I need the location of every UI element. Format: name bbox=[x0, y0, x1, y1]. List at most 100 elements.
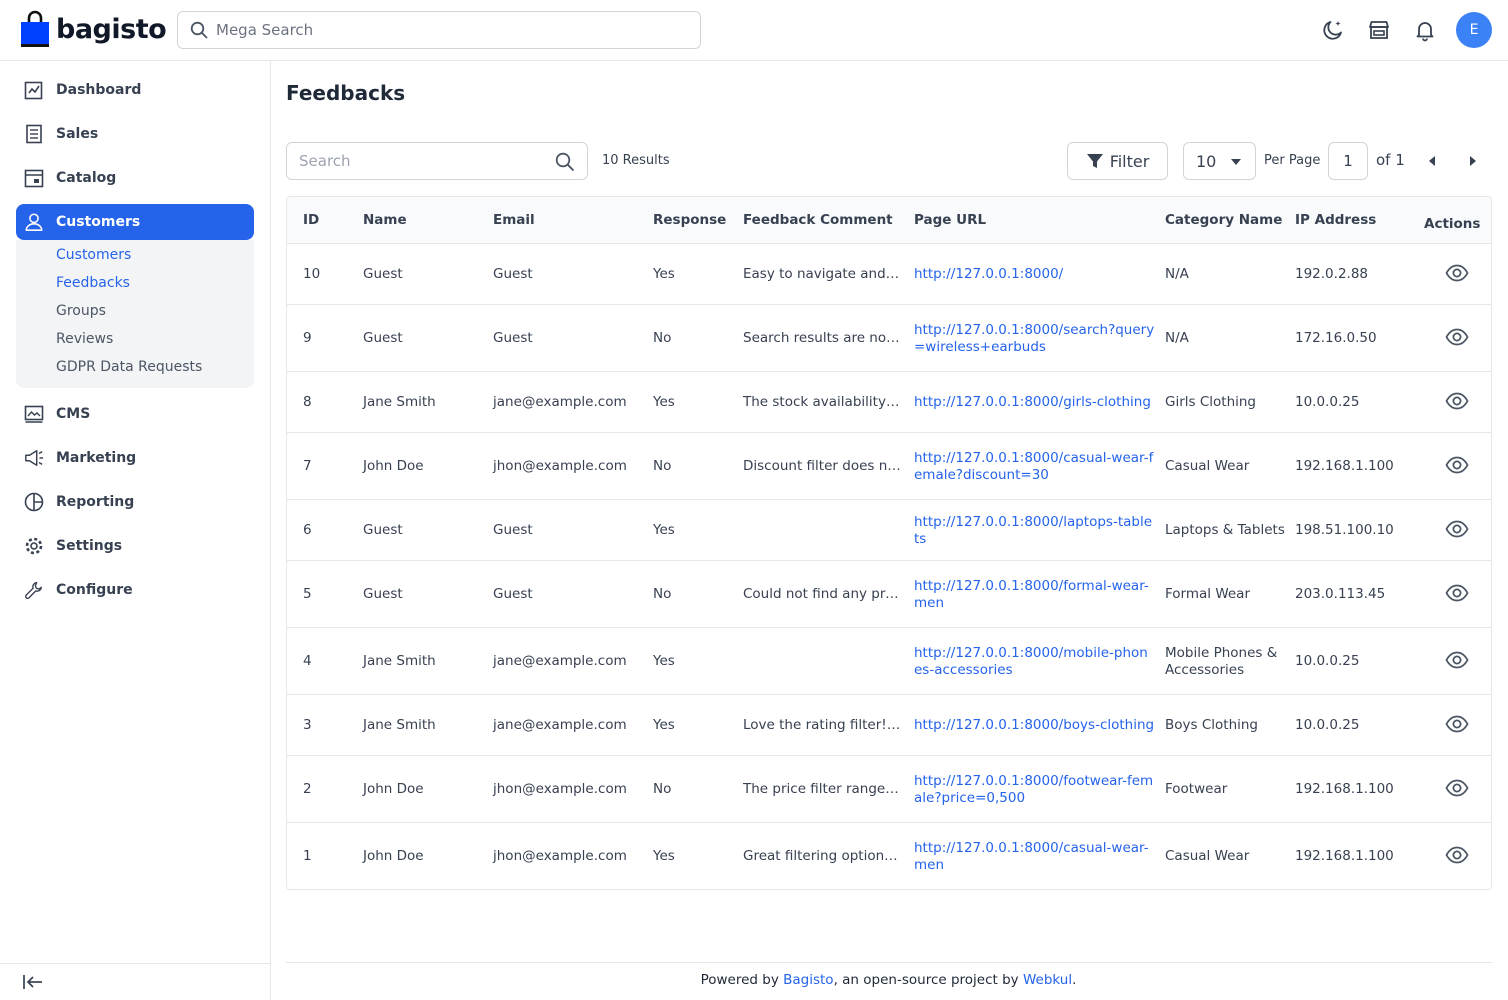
page-number-input[interactable] bbox=[1328, 142, 1368, 180]
sidebar-item-cms[interactable]: CMS bbox=[16, 396, 254, 432]
sidebar-item-catalog[interactable]: Catalog bbox=[16, 160, 254, 196]
submenu-item-customers[interactable]: Customers bbox=[56, 247, 131, 263]
cell-name: Jane Smith bbox=[363, 716, 436, 733]
col-id[interactable]: ID bbox=[303, 212, 319, 228]
bagisto-link[interactable]: Bagisto bbox=[783, 972, 833, 988]
cell-email: jane@example.com bbox=[493, 716, 627, 733]
col-actions: Actions bbox=[1424, 216, 1481, 232]
cell-ip-address: 10.0.0.25 bbox=[1295, 716, 1360, 733]
view-icon[interactable] bbox=[1445, 325, 1469, 349]
cell-email: jhon@example.com bbox=[493, 780, 627, 797]
cell-feedback-comment: The price filter range is… bbox=[743, 780, 903, 797]
sidebar-item-customers[interactable]: Customers bbox=[16, 204, 254, 240]
cell-response: No bbox=[653, 780, 672, 797]
table-row: 7 John Doe jhon@example.com No Discount filt… bbox=[287, 433, 1491, 500]
cell-response: Yes bbox=[653, 265, 675, 282]
cell-page-url[interactable]: http://127.0.0.1:8000/boys-clothing bbox=[914, 717, 1156, 734]
mega-search-input[interactable] bbox=[216, 21, 676, 39]
cell-category-name: Mobile Phones & Accessories bbox=[1165, 644, 1278, 678]
cell-name: John Doe bbox=[363, 780, 424, 797]
view-icon[interactable] bbox=[1445, 261, 1469, 285]
view-icon[interactable] bbox=[1445, 712, 1469, 736]
submenu-item-gdpr[interactable]: GDPR Data Requests bbox=[56, 359, 202, 375]
notifications-button[interactable] bbox=[1412, 17, 1438, 43]
mega-search-box[interactable] bbox=[177, 11, 701, 49]
view-icon[interactable] bbox=[1445, 648, 1469, 672]
cell-page-url[interactable]: http://127.0.0.1:8000/casual-wear-men bbox=[914, 840, 1156, 874]
sidebar-item-sales[interactable]: Sales bbox=[16, 116, 254, 152]
configure-icon bbox=[24, 580, 44, 600]
cell-page-url[interactable]: http://127.0.0.1:8000/formal-wear-men bbox=[914, 578, 1156, 612]
sidebar-item-marketing[interactable]: Marketing bbox=[16, 440, 254, 476]
sidebar-item-settings[interactable]: Settings bbox=[16, 528, 254, 564]
cell-response: No bbox=[653, 585, 672, 602]
prev-page-button[interactable] bbox=[1425, 151, 1439, 171]
col-ip-address[interactable]: IP Address bbox=[1295, 212, 1376, 228]
cell-category-name: Formal Wear bbox=[1165, 585, 1251, 602]
storefront-link[interactable] bbox=[1366, 17, 1392, 43]
cell-page-url[interactable]: http://127.0.0.1:8000/ bbox=[914, 266, 1156, 283]
cell-id: 2 bbox=[303, 780, 312, 797]
view-icon[interactable] bbox=[1445, 517, 1469, 541]
view-icon[interactable] bbox=[1445, 453, 1469, 477]
cell-page-url[interactable]: http://127.0.0.1:8000/casual-wear-female… bbox=[914, 450, 1156, 484]
search-icon[interactable] bbox=[555, 152, 575, 176]
cell-response: Yes bbox=[653, 652, 675, 669]
cell-id: 1 bbox=[303, 847, 312, 864]
col-feedback-comment[interactable]: Feedback Comment bbox=[743, 212, 893, 228]
cell-response: Yes bbox=[653, 393, 675, 410]
store-icon bbox=[1369, 21, 1389, 39]
table-row: 4 Jane Smith jane@example.com Yes http://127… bbox=[287, 628, 1491, 695]
sidebar-item-configure[interactable]: Configure bbox=[16, 572, 254, 608]
col-category-name[interactable]: Category Name bbox=[1165, 212, 1282, 228]
submenu-item-groups[interactable]: Groups bbox=[56, 303, 106, 319]
cell-email: Guest bbox=[493, 521, 533, 538]
sidebar-item-reporting[interactable]: Reporting bbox=[16, 484, 254, 520]
cell-name: Jane Smith bbox=[363, 652, 436, 669]
dashboard-icon bbox=[24, 80, 44, 100]
dark-mode-toggle[interactable] bbox=[1320, 17, 1346, 43]
col-name[interactable]: Name bbox=[363, 212, 407, 228]
cell-id: 8 bbox=[303, 393, 312, 410]
table-row: 6 Guest Guest Yes http://127.0.0.1:8000/lapt… bbox=[287, 500, 1491, 561]
submenu-item-reviews[interactable]: Reviews bbox=[56, 331, 113, 347]
cell-email: Guest bbox=[493, 329, 533, 346]
cell-page-url[interactable]: http://127.0.0.1:8000/footwear-female?pr… bbox=[914, 773, 1156, 807]
filter-button[interactable]: Filter bbox=[1067, 142, 1168, 180]
sidebar-item-dashboard[interactable]: Dashboard bbox=[16, 72, 254, 108]
per-page-value: 10 bbox=[1196, 151, 1217, 171]
cell-email: jane@example.com bbox=[493, 393, 627, 410]
catalog-icon bbox=[24, 168, 44, 188]
view-icon[interactable] bbox=[1445, 389, 1469, 413]
table-row: 10 Guest Guest Yes Easy to navigate and fil…… bbox=[287, 244, 1491, 305]
next-page-button[interactable] bbox=[1466, 151, 1480, 171]
cell-feedback-comment: The stock availability fi… bbox=[743, 393, 903, 410]
table-row: 8 Jane Smith jane@example.com Yes The stock … bbox=[287, 372, 1491, 433]
user-avatar[interactable]: E bbox=[1456, 12, 1492, 48]
col-response[interactable]: Response bbox=[653, 212, 726, 228]
cell-ip-address: 203.0.113.45 bbox=[1295, 585, 1386, 602]
col-page-url[interactable]: Page URL bbox=[914, 212, 986, 228]
cell-email: Guest bbox=[493, 265, 533, 282]
cell-page-url[interactable]: http://127.0.0.1:8000/laptops-tablets bbox=[914, 514, 1156, 548]
header-actions: E bbox=[1300, 12, 1492, 48]
bagisto-logo[interactable]: bagisto bbox=[20, 10, 167, 48]
view-icon[interactable] bbox=[1445, 843, 1469, 867]
filter-icon bbox=[1086, 154, 1103, 168]
settings-icon bbox=[24, 536, 44, 556]
webkul-link[interactable]: Webkul bbox=[1023, 972, 1072, 988]
cell-page-url[interactable]: http://127.0.0.1:8000/mobile-phones-acce… bbox=[914, 645, 1156, 679]
cell-ip-address: 192.0.2.88 bbox=[1295, 265, 1368, 282]
datagrid-search-box[interactable] bbox=[286, 142, 588, 180]
datagrid-search-input[interactable] bbox=[299, 152, 539, 170]
per-page-select[interactable]: 10 bbox=[1183, 142, 1256, 180]
view-icon[interactable] bbox=[1445, 776, 1469, 800]
sidebar-item-label: Reporting bbox=[56, 494, 135, 510]
cell-email: jhon@example.com bbox=[493, 847, 627, 864]
col-email[interactable]: Email bbox=[493, 212, 535, 228]
cell-page-url[interactable]: http://127.0.0.1:8000/girls-clothing bbox=[914, 394, 1156, 411]
cell-page-url[interactable]: http://127.0.0.1:8000/search?query=wirel… bbox=[914, 322, 1156, 356]
view-icon[interactable] bbox=[1445, 581, 1469, 605]
sidebar-item-label: Sales bbox=[56, 126, 99, 142]
submenu-item-feedbacks[interactable]: Feedbacks bbox=[56, 275, 130, 291]
